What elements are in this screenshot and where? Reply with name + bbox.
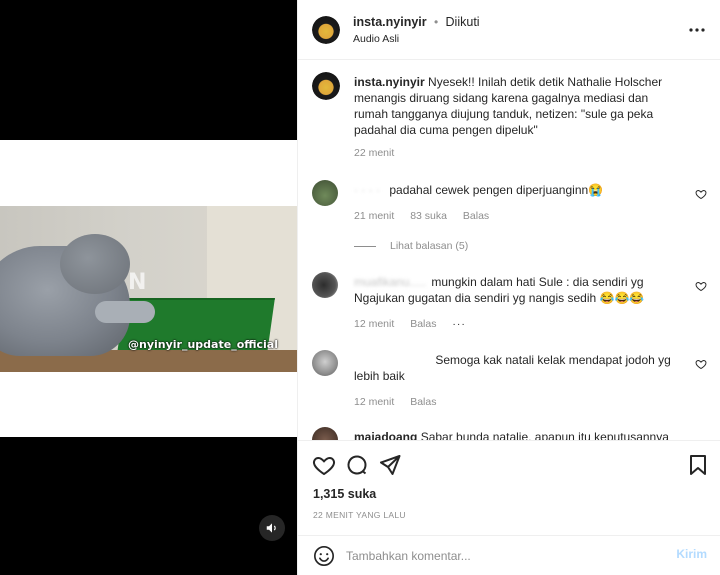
comment-avatar[interactable] xyxy=(312,180,338,206)
view-replies-button[interactable]: Lihat balasan (5) xyxy=(354,240,468,252)
comment-likes[interactable]: 83 suka xyxy=(410,210,447,222)
video-person-head xyxy=(60,234,130,294)
volume-icon xyxy=(266,523,276,533)
header-title-row: insta.nyinyir • Diikuti xyxy=(353,15,480,29)
comment-meta: 12 menit Balas ··· xyxy=(354,318,479,330)
comment-time: 12 menit xyxy=(354,396,395,408)
comment-text: padahal cewek pengen diperjuanginn😭 xyxy=(389,183,604,197)
comment-text-block: · · · · padahal cewek pengen diperjuangi… xyxy=(354,182,684,198)
comment-reply-button[interactable]: Balas xyxy=(410,318,436,330)
video-content[interactable]: N @nyinyir_update_official xyxy=(0,206,297,372)
header-username[interactable]: insta.nyinyir xyxy=(353,15,427,29)
comment-username[interactable]: · · · · xyxy=(354,183,380,197)
comment-input[interactable] xyxy=(346,546,656,566)
comment-icon[interactable] xyxy=(345,453,369,477)
follow-status[interactable]: Diikuti xyxy=(446,15,480,29)
comment-reply-button[interactable]: Balas xyxy=(463,210,489,222)
post-panel: insta.nyinyir • Diikuti Audio Asli insta… xyxy=(297,0,720,575)
video-logo-watermark: N xyxy=(128,270,147,295)
caption-avatar[interactable] xyxy=(312,72,340,100)
avatar-image xyxy=(312,16,340,44)
comment-reply-button[interactable]: Balas xyxy=(410,396,436,408)
view-replies-line xyxy=(354,245,376,247)
comment-more-options-icon[interactable]: ··· xyxy=(452,318,466,330)
comment-username[interactable]: muafikanu..... xyxy=(354,275,426,289)
comment-text-block: majadoang Sabar bunda natalie, apapun it… xyxy=(354,429,684,440)
comment-item: · · · · padahal cewek pengen diperjuangi… xyxy=(312,180,707,280)
comments-list[interactable]: insta.nyinyir Nyesek!! Inilah detik deti… xyxy=(298,60,720,440)
post-header: insta.nyinyir • Diikuti Audio Asli xyxy=(298,0,720,60)
comment-item: majadoang Sabar bunda natalie, apapun it… xyxy=(312,427,707,440)
caption-text-block: insta.nyinyir Nyesek!! Inilah detik deti… xyxy=(354,74,684,138)
video-watermark: @nyinyir_update_official xyxy=(128,338,278,351)
post-actions: 1,315 suka 22 MENIT YANG LALU xyxy=(298,440,720,528)
comment-like-icon[interactable] xyxy=(695,280,707,292)
more-options-icon[interactable] xyxy=(689,23,705,37)
caption-meta: 22 menit xyxy=(354,147,407,159)
likes-count[interactable]: 1,315 suka xyxy=(313,487,376,501)
comment-time: 21 menit xyxy=(354,210,395,222)
comment-item: Semoga kak natali kelak mendapat jodoh y… xyxy=(312,350,707,420)
header-separator: • xyxy=(433,15,439,29)
comment-text-block: muafikanu..... mungkin dalam hati Sule :… xyxy=(354,274,684,306)
audio-label[interactable]: Audio Asli xyxy=(353,33,399,45)
comment-like-icon[interactable] xyxy=(695,188,707,200)
volume-button[interactable] xyxy=(259,515,285,541)
comment-time: 12 menit xyxy=(354,318,395,330)
comment-avatar[interactable] xyxy=(312,427,338,440)
comment-meta: 21 menit 83 suka Balas xyxy=(354,210,502,222)
caption-item: insta.nyinyir Nyesek!! Inilah detik deti… xyxy=(312,72,707,172)
video-frame[interactable]: N @nyinyir_update_official xyxy=(0,140,297,437)
comment-avatar[interactable] xyxy=(312,350,338,376)
view-replies-label: Lihat balasan (5) xyxy=(390,240,469,252)
share-icon[interactable] xyxy=(378,453,402,477)
comment-avatar[interactable] xyxy=(312,272,338,298)
caption-time: 22 menit xyxy=(354,147,395,159)
comment-like-icon[interactable] xyxy=(695,358,707,370)
post-time-ago: 22 MENIT YANG LALU xyxy=(313,510,406,520)
comment-text: Semoga kak natali kelak mendapat jodoh y… xyxy=(354,353,671,383)
comment-username[interactable]: majadoang xyxy=(354,430,417,440)
video-person-arm xyxy=(95,301,155,323)
comment-item: muafikanu..... mungkin dalam hati Sule :… xyxy=(312,272,707,342)
emoji-icon[interactable] xyxy=(313,545,335,567)
save-icon[interactable] xyxy=(686,453,710,477)
header-avatar[interactable] xyxy=(312,16,340,44)
post-comment-button[interactable]: Kirim xyxy=(676,547,707,561)
comment-text-block: Semoga kak natali kelak mendapat jodoh y… xyxy=(354,352,684,384)
comment-composer: Kirim xyxy=(298,535,720,575)
avatar-image xyxy=(312,72,340,100)
like-icon[interactable] xyxy=(312,453,336,477)
media-panel: N @nyinyir_update_official xyxy=(0,0,297,575)
caption-username[interactable]: insta.nyinyir xyxy=(354,75,425,89)
comment-text: Sabar bunda natalie, apapun itu keputusa… xyxy=(420,430,669,440)
comment-meta: 12 menit Balas xyxy=(354,396,449,408)
